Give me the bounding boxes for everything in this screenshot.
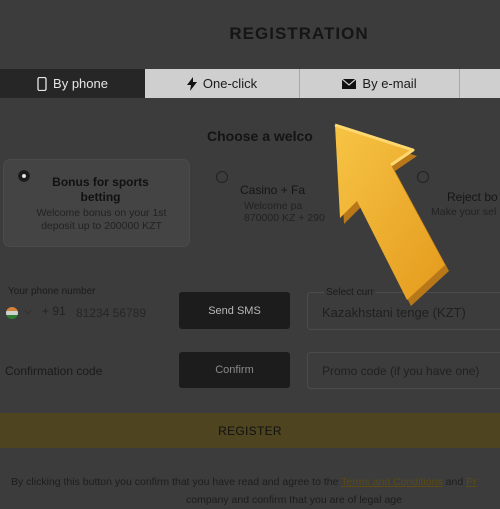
tab-label: By e-mail [362,76,417,91]
phone-field: ⌵ + 91 [0,298,182,330]
chevron-down-icon[interactable]: ⌵ [24,306,32,317]
phone-icon [37,76,47,91]
agreement-text-mid: and [442,476,467,488]
envelope-icon [342,78,357,89]
india-flag-icon[interactable] [6,307,18,319]
send-sms-button[interactable]: Send SMS [179,292,290,329]
radio-casino[interactable] [216,171,228,183]
tab-by-phone[interactable]: By phone [0,69,145,98]
agreement-line2: company and confirm that you are of lega… [186,494,402,506]
tab-by-email[interactable]: By e-mail [300,69,460,98]
phone-input[interactable] [74,301,182,325]
pointer-arrow-icon [334,123,449,306]
tab-more[interactable] [460,69,500,98]
confirmation-code-field[interactable]: Confirmation code [5,364,102,378]
promo-code-field[interactable]: Promo code (if you have one) [307,352,500,389]
country-code: + 91 [42,304,66,318]
card-title-line2: betting [80,190,121,204]
card-desc-line2: deposit up to 200000 KZT [41,220,162,232]
register-button[interactable]: REGISTER [0,413,500,448]
card-desc-line1: Welcome bonus on your 1st [36,207,167,219]
page-title: REGISTRATION [229,24,369,43]
agreement-text-pre: By clicking this button you confirm that… [11,476,342,488]
promo-placeholder: Promo code (if you have one) [322,364,480,378]
lightning-icon [186,76,197,91]
confirm-button[interactable]: Confirm [179,352,290,388]
tab-one-click[interactable]: One-click [145,69,300,98]
terms-link[interactable]: Terms and Conditions [341,476,443,488]
card-title-line1: Bonus for sports [52,175,149,189]
tab-label: One-click [202,76,258,91]
tab-label: By phone [53,76,108,91]
agreement-line1: By clicking this button you confirm that… [11,473,477,491]
bonus-option-sports[interactable]: Bonus for sports betting Welcome bonus o… [4,160,189,246]
registration-tabs: By phone One-click By e-mail [0,69,500,98]
phone-label: Your phone number [8,286,96,297]
privacy-link[interactable]: Pr [466,476,477,488]
